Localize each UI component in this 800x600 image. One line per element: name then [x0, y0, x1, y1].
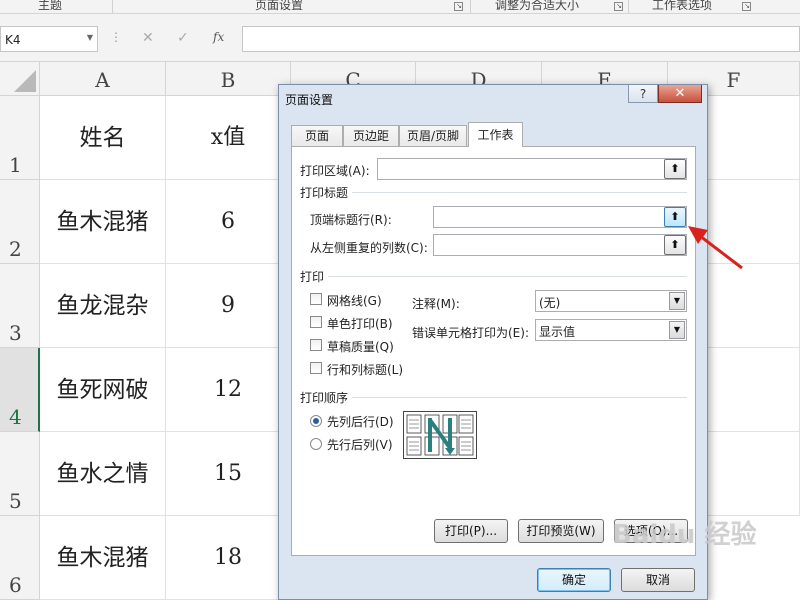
tab-page[interactable]: 页面 — [291, 125, 343, 147]
close-button[interactable]: ✕ — [658, 85, 702, 103]
cell-errors-value: 显示值 — [539, 325, 576, 339]
row-header-2[interactable]: 2 — [0, 180, 40, 264]
draft-quality-label[interactable]: 草稿质量(Q) — [327, 338, 394, 355]
formula-input[interactable] — [242, 26, 800, 52]
cell-b4[interactable]: 12 — [166, 348, 291, 432]
row-header-4[interactable]: 4 — [0, 348, 40, 432]
ribbon-group-sheet-options: 工作表选项 — [652, 0, 713, 12]
cell-b3[interactable]: 9 — [166, 264, 291, 348]
ribbon-separator — [628, 0, 629, 13]
chevron-down-icon[interactable]: ▼ — [669, 321, 685, 339]
column-header-b[interactable]: B — [166, 62, 291, 96]
watermark-logo: Baidu 经验 — [612, 520, 757, 550]
ribbon-group-labels: 主题 页面设置 ↘ 调整为合适大小 ↘ 工作表选项 ↘ — [0, 0, 800, 14]
cell-a1[interactable]: 姓名 — [40, 96, 166, 180]
name-box[interactable]: K4 ▼ — [0, 26, 98, 52]
row-header-6[interactable]: 6 — [0, 516, 40, 600]
sheet-options-launcher-icon[interactable]: ↘ — [742, 2, 751, 11]
black-white-label[interactable]: 单色打印(B) — [327, 315, 393, 332]
ok-button[interactable]: 确定 — [537, 568, 611, 592]
down-then-over-label[interactable]: 先列后行(D) — [327, 413, 394, 430]
insert-function-icon[interactable]: fx — [213, 30, 224, 44]
cell-a6[interactable]: 鱼木混猪 — [40, 516, 166, 600]
cancel-icon[interactable]: ✕ — [142, 30, 154, 46]
print-area-input[interactable] — [377, 158, 687, 180]
ribbon-separator — [470, 0, 471, 13]
draft-quality-checkbox[interactable] — [310, 339, 322, 351]
name-box-value: K4 — [5, 33, 21, 47]
gridlines-checkbox[interactable] — [310, 293, 322, 305]
collapse-dialog-icon[interactable]: ⬆ — [664, 159, 686, 179]
page-setup-launcher-icon[interactable]: ↘ — [454, 2, 463, 11]
cell-b5[interactable]: 15 — [166, 432, 291, 516]
page-order-preview-icon — [403, 411, 477, 459]
more-icon: ⋮ — [110, 30, 122, 44]
row-header-1[interactable]: 1 — [0, 96, 40, 180]
gridlines-label[interactable]: 网格线(G) — [327, 292, 382, 309]
divider — [352, 192, 687, 193]
cell-b2[interactable]: 6 — [166, 180, 291, 264]
print-section-label: 打印 — [300, 270, 325, 284]
cancel-button[interactable]: 取消 — [621, 568, 695, 592]
divider — [328, 276, 687, 277]
comments-select[interactable]: (无) ▼ — [535, 290, 687, 312]
ribbon-group-page-setup: 页面设置 — [255, 0, 304, 12]
over-then-down-label[interactable]: 先行后列(V) — [327, 436, 393, 453]
cols-collapse-dialog-icon[interactable]: ⬆ — [664, 235, 686, 255]
black-white-checkbox[interactable] — [310, 316, 322, 328]
cell-b6[interactable]: 18 — [166, 516, 291, 600]
headings-checkbox[interactable] — [310, 362, 322, 374]
cell-b1[interactable]: x值 — [166, 96, 291, 180]
ribbon-separator — [112, 0, 113, 13]
rows-to-repeat-label: 顶端标题行(R): — [310, 213, 392, 227]
print-titles-section-label: 打印标题 — [300, 186, 349, 200]
chevron-down-icon[interactable]: ▼ — [669, 292, 685, 310]
cols-to-repeat-label: 从左侧重复的列数(C): — [310, 241, 428, 255]
formula-bar: K4 ▼ ⋮ ✕ ✓ fx — [0, 14, 800, 62]
scale-launcher-icon[interactable]: ↘ — [614, 2, 623, 11]
tab-header-footer[interactable]: 页眉/页脚 — [399, 125, 467, 147]
enter-icon[interactable]: ✓ — [177, 30, 189, 46]
ribbon-group-scale-to-fit: 调整为合适大小 — [495, 0, 580, 12]
cell-errors-select[interactable]: 显示值 ▼ — [535, 319, 687, 341]
headings-label[interactable]: 行和列标题(L) — [327, 361, 403, 378]
cell-errors-label: 错误单元格打印为(E): — [412, 326, 529, 340]
print-area-label: 打印区域(A): — [300, 164, 370, 178]
cols-to-repeat-input[interactable] — [433, 234, 687, 256]
row-header-3[interactable]: 3 — [0, 264, 40, 348]
rows-collapse-dialog-icon[interactable]: ⬆ — [664, 207, 686, 227]
comments-value: (无) — [539, 296, 561, 310]
over-then-down-radio[interactable] — [310, 438, 322, 450]
page-order-section-label: 打印顺序 — [300, 391, 349, 405]
tab-sheet[interactable]: 工作表 — [468, 122, 523, 147]
print-button[interactable]: 打印(P)... — [434, 519, 508, 543]
help-button[interactable]: ? — [628, 85, 658, 103]
comments-label: 注释(M): — [412, 297, 460, 311]
cell-a3[interactable]: 鱼龙混杂 — [40, 264, 166, 348]
sheet-tab-panel: 打印区域(A): ⬆ 打印标题 顶端标题行(R): ⬆ 从左侧重复的列数(C):… — [291, 146, 696, 556]
ribbon-group-theme: 主题 — [38, 0, 63, 12]
cell-a2[interactable]: 鱼木混猪 — [40, 180, 166, 264]
cell-a4[interactable]: 鱼死网破 — [40, 348, 166, 432]
row-header-5[interactable]: 5 — [0, 432, 40, 516]
divider — [352, 397, 687, 398]
print-preview-button[interactable]: 打印预览(W) — [518, 519, 604, 543]
select-all-corner[interactable] — [0, 62, 40, 96]
dialog-title: 页面设置 — [285, 93, 334, 107]
rows-to-repeat-input[interactable] — [433, 206, 687, 228]
cell-a5[interactable]: 鱼水之情 — [40, 432, 166, 516]
chevron-down-icon[interactable]: ▼ — [87, 33, 93, 42]
down-then-over-radio[interactable] — [310, 415, 322, 427]
tab-margins[interactable]: 页边距 — [343, 125, 399, 147]
column-header-a[interactable]: A — [40, 62, 166, 96]
